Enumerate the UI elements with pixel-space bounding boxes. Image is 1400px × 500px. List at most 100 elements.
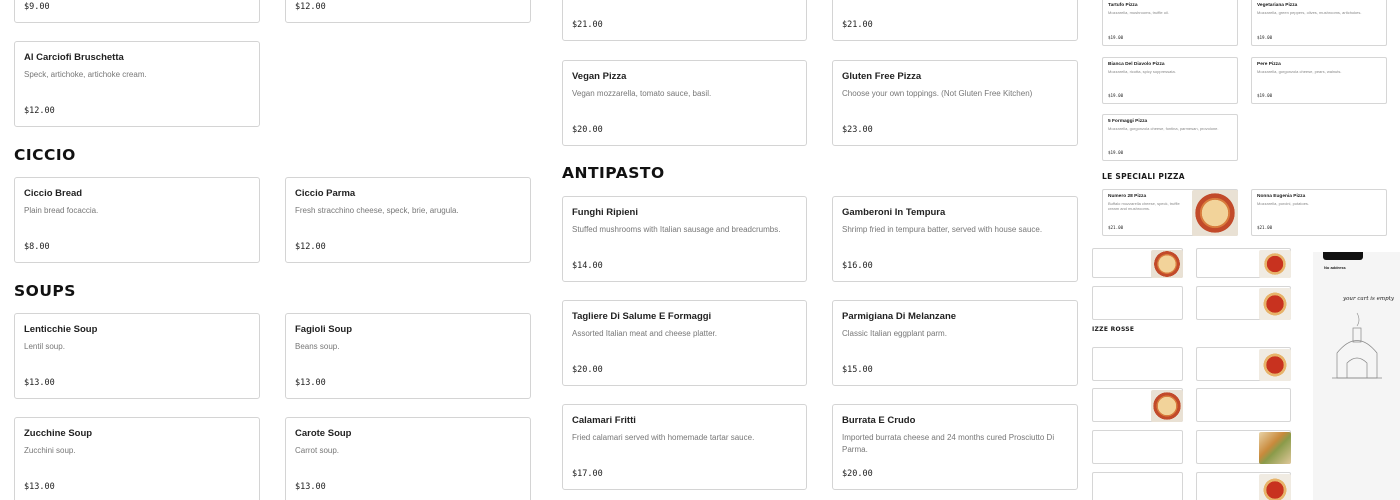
menu-item-card[interactable]: Carote Soup Carrot soup. $13.00 xyxy=(285,417,531,500)
menu-item-card[interactable]: Vegan Pizza Vegan mozzarella, tomato sau… xyxy=(562,60,807,146)
section-title-ciccio: CICCIO xyxy=(14,146,76,164)
item-price: $23.00 xyxy=(842,125,873,135)
item-price: $13.00 xyxy=(24,482,55,492)
item-price: $20.00 xyxy=(572,365,603,375)
item-name: Al Carciofi Bruschetta xyxy=(24,52,124,63)
menu-item-card[interactable]: Tagliere Di Salume E Formaggi Assorted I… xyxy=(562,300,807,386)
menu-item-card[interactable]: Ciccio Bread Plain bread focaccia. $8.00 xyxy=(14,177,260,263)
item-price: $20.00 xyxy=(572,125,603,135)
menu-item-card[interactable]: Al Carciofi Bruschetta Speck, artichoke,… xyxy=(14,41,260,127)
mini-menu-card[interactable] xyxy=(1196,388,1291,422)
item-name: Pere Pizza xyxy=(1257,62,1281,67)
item-description: Imported burrata cheese and 24 months cu… xyxy=(842,433,1055,454)
item-name: Nonna Eugenia Pizza xyxy=(1257,194,1306,199)
menu-item-card[interactable]: $12.00 xyxy=(285,0,531,23)
item-price: $20.00 xyxy=(842,469,873,479)
item-description: Shrimp fried in tempura batter, served w… xyxy=(842,225,1043,234)
menu-item-card[interactable]: Ciccio Parma Fresh stracchino cheese, sp… xyxy=(285,177,531,263)
item-description: Classic Italian eggplant parm. xyxy=(842,329,947,338)
menu-item-card[interactable]: Gluten Free Pizza Choose your own toppin… xyxy=(832,60,1078,146)
item-description: Mozzarella, ricotta, spicy soppressata. xyxy=(1108,69,1176,74)
mini-menu-card[interactable]: Bianca Del Diavolo Pizza Mozzarella, ric… xyxy=(1102,57,1238,104)
item-description: Fresh stracchino cheese, speck, brie, ar… xyxy=(295,206,459,215)
menu-item-card[interactable]: Gamberoni In Tempura Shrimp fried in tem… xyxy=(832,196,1078,282)
item-price: $13.00 xyxy=(24,378,55,388)
mini-menu-card[interactable] xyxy=(1092,430,1183,464)
pizza-photo xyxy=(1151,390,1183,422)
item-price: $17.00 xyxy=(572,469,603,479)
item-description: Mozzarella, mushrooms, truffle oil. xyxy=(1108,10,1169,15)
mini-menu-card[interactable] xyxy=(1196,286,1291,320)
item-price: $13.00 xyxy=(295,482,326,492)
mini-menu-card[interactable] xyxy=(1196,430,1291,464)
address-label: No address xyxy=(1324,265,1346,270)
mini-menu-card[interactable] xyxy=(1092,472,1183,500)
menu-item-card[interactable]: Burrata E Crudo Imported burrata cheese … xyxy=(832,404,1078,490)
mini-menu-card[interactable] xyxy=(1092,347,1183,381)
item-name: Funghi Ripieni xyxy=(572,207,638,218)
pizza-oven-illustration-icon xyxy=(1332,312,1382,379)
menu-item-card[interactable]: Lenticchie Soup Lentil soup. $13.00 xyxy=(14,313,260,399)
item-price: $9.00 xyxy=(24,2,50,12)
item-description: Vegan mozzarella, tomato sauce, basil. xyxy=(572,89,712,98)
menu-item-card[interactable]: $9.00 xyxy=(14,0,260,23)
pizza-photo xyxy=(1259,288,1291,320)
menu-item-card[interactable]: $21.00 xyxy=(562,0,807,41)
item-price: $21.00 xyxy=(572,20,603,30)
pizza-photo xyxy=(1259,474,1291,500)
mini-menu-card[interactable]: 5 Formaggi Pizza Mozzarella, gorgonzola … xyxy=(1102,114,1238,161)
menu-item-card[interactable]: Parmigiana Di Melanzane Classic Italian … xyxy=(832,300,1078,386)
section-title-soups: SOUPS xyxy=(14,282,76,300)
mini-menu-card[interactable]: Pere Pizza Mozzarella, gorgonzola cheese… xyxy=(1251,57,1387,104)
item-description: Plain bread focaccia. xyxy=(24,206,99,215)
mini-menu-card[interactable] xyxy=(1196,248,1291,278)
mini-menu-card[interactable] xyxy=(1092,388,1183,422)
item-name: Calamari Fritti xyxy=(572,415,636,426)
pizza-photo xyxy=(1259,349,1291,381)
menu-item-card[interactable]: $21.00 xyxy=(832,0,1078,41)
item-name: Zucchine Soup xyxy=(24,428,93,439)
mini-menu-card[interactable]: Tartufo Pizza Mozzarella, mushrooms, tru… xyxy=(1102,0,1238,46)
item-price: $19.00 xyxy=(1108,150,1124,155)
mini-menu-card[interactable]: Vegetariana Pizza Mozzarella, green pepp… xyxy=(1251,0,1387,46)
item-description: Stuffed mushrooms with Italian sausage a… xyxy=(572,225,781,234)
mini-menu-card[interactable] xyxy=(1196,347,1291,381)
item-name: Gluten Free Pizza xyxy=(842,71,922,82)
item-name: Vegan Pizza xyxy=(572,71,627,82)
item-name: Ciccio Parma xyxy=(295,188,356,199)
mini-menu-card[interactable] xyxy=(1092,248,1183,278)
item-name: Carote Soup xyxy=(295,428,352,439)
pizza-photo xyxy=(1151,250,1183,278)
cart-preview: No address your cart is empty xyxy=(1313,252,1400,500)
item-description: Mozzarella, gorgonzola cheese, pears, wa… xyxy=(1257,69,1342,74)
pizza-photo xyxy=(1259,432,1291,464)
item-price: $19.00 xyxy=(1257,93,1273,98)
item-name: Burrata E Crudo xyxy=(842,415,916,426)
item-name: Ciccio Bread xyxy=(24,188,83,199)
item-description: Carrot soup. xyxy=(295,446,340,455)
item-price: $19.00 xyxy=(1108,35,1124,40)
item-name: Tagliere Di Salume E Formaggi xyxy=(572,311,712,322)
item-name: Vegetariana Pizza xyxy=(1257,3,1298,8)
mini-menu-card[interactable]: Nonna Eugenia Pizza Mozzarella, porcini,… xyxy=(1251,189,1387,236)
item-price: $21.00 xyxy=(1108,225,1124,230)
section-title-speciali: LE SPECIALI PIZZA xyxy=(1102,172,1185,181)
item-price: $12.00 xyxy=(295,2,326,12)
item-description: Lentil soup. xyxy=(24,342,65,351)
menu-item-card[interactable]: Calamari Fritti Fried calamari served wi… xyxy=(562,404,807,490)
item-price: $12.00 xyxy=(295,242,326,252)
menu-item-card[interactable]: Funghi Ripieni Stuffed mushrooms with It… xyxy=(562,196,807,282)
pizza-photo xyxy=(1192,190,1238,236)
item-description: Speck, artichoke, artichoke cream. xyxy=(24,70,147,79)
mini-menu-card[interactable] xyxy=(1092,286,1183,320)
item-price: $19.00 xyxy=(1257,35,1273,40)
item-price: $13.00 xyxy=(295,378,326,388)
menu-item-card[interactable]: Zucchine Soup Zucchini soup. $13.00 xyxy=(14,417,260,500)
item-price: $15.00 xyxy=(842,365,873,375)
mini-menu-card[interactable]: Numero 28 Pizza Buffalo mozzarella chees… xyxy=(1102,189,1238,236)
mini-menu-card[interactable] xyxy=(1196,472,1291,500)
item-name: Gamberoni In Tempura xyxy=(842,207,946,218)
menu-item-card[interactable]: Fagioli Soup Beans soup. $13.00 xyxy=(285,313,531,399)
item-description: Mozzarella, green peppers, olives, mushr… xyxy=(1257,10,1362,15)
cart-header-bar xyxy=(1323,252,1363,260)
